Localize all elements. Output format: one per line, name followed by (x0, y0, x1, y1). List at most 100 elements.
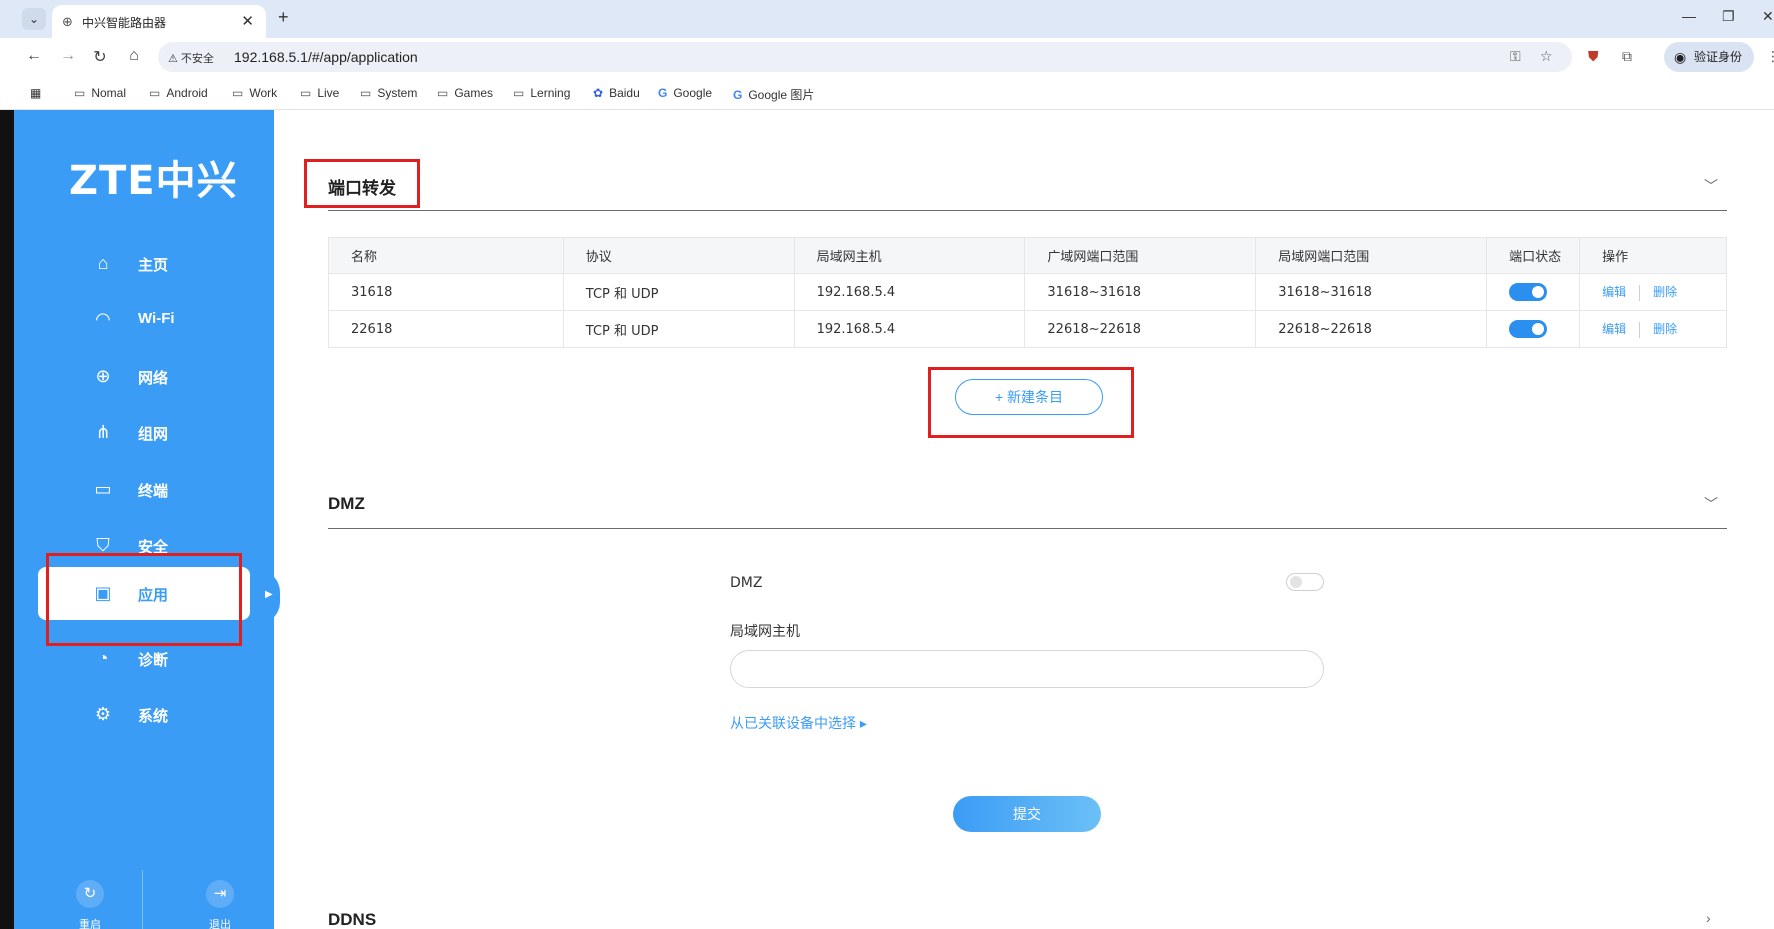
dmz-toggle-label: DMZ (730, 575, 763, 591)
profile-label: 验证身份 (1694, 50, 1743, 64)
cell-wan-range: 31618~31618 (1024, 273, 1257, 311)
bookmark-baidu[interactable]: ✿ Baidu (593, 86, 640, 100)
logout-button[interactable]: ⇥ 退出 (190, 880, 250, 929)
back-icon[interactable]: ← (24, 47, 44, 65)
browser-toolbar: ← → ↻ ⌂ ⚠ 不安全 192.168.5.1/#/app/applicat… (0, 38, 1774, 76)
bottom-divider (142, 870, 143, 929)
folder-icon: ▭ (149, 86, 161, 100)
bookmark-folder-system[interactable]: ▭ System (360, 86, 417, 100)
select-from-devices-link[interactable]: 从已关联设备中选择 ▸ (730, 713, 867, 733)
sidebar-item-network[interactable]: ⊕ 网络 (14, 356, 274, 396)
router-sidebar: ZTE中兴 ⌂ 主页 ◠ Wi-Fi ⊕ 网络 ⋔ 组网 ▭ 终端 ⛉ 安全 ▣… (14, 110, 274, 929)
password-key-icon[interactable]: ⚿ (1510, 48, 1521, 65)
sidebar-item-home[interactable]: ⌂ 主页 (14, 243, 274, 283)
devices-icon: ▭ (94, 479, 112, 499)
cell-wan-range: 22618~22618 (1024, 310, 1257, 348)
home-icon: ⌂ (97, 253, 109, 273)
bookmark-folder-games[interactable]: ▭ Games (437, 86, 493, 100)
bookmark-star-icon[interactable]: ☆ (1540, 48, 1553, 65)
action-divider (1639, 321, 1641, 338)
bookmark-folder-live[interactable]: ▭ Live (300, 86, 339, 100)
table-header-row: 名称 协议 局域网主机 广域网端口范围 局域网端口范围 端口状态 操作 (328, 237, 1727, 274)
table-row: 22618 TCP 和 UDP 192.168.5.4 22618~22618 … (328, 310, 1727, 348)
dmz-toggle[interactable] (1286, 573, 1324, 591)
sidebar-item-label: Wi-Fi (138, 310, 175, 327)
sidebar-item-devices[interactable]: ▭ 终端 (14, 469, 274, 509)
ddns-title[interactable]: DDNS (328, 910, 376, 929)
diagnose-icon: ◔ (97, 648, 109, 668)
tab-close-icon[interactable]: ✕ (241, 12, 254, 30)
logout-label: 退出 (209, 919, 231, 929)
forward-icon[interactable]: → (58, 47, 78, 65)
delete-link[interactable]: 删除 (1653, 322, 1677, 336)
browser-menu-icon[interactable]: ⋮ (1766, 48, 1774, 65)
browser-tab[interactable]: ⊕ 中兴智能路由器 ✕ (52, 5, 266, 38)
delete-link[interactable]: 删除 (1653, 285, 1677, 299)
sidebar-item-label: 终端 (138, 483, 169, 500)
minimize-icon[interactable]: — (1682, 8, 1696, 24)
profile-button[interactable]: ◉ 验证身份 (1664, 42, 1754, 72)
bookmark-folder-lerning[interactable]: ▭ Lerning (513, 86, 570, 100)
cell-lan-host: 192.168.5.4 (793, 310, 1026, 348)
bookmark-google[interactable]: G Google (658, 86, 712, 100)
bookmark-google-images[interactable]: G Google 图片 (733, 86, 814, 103)
sidebar-item-wifi[interactable]: ◠ Wi-Fi (14, 299, 274, 339)
restart-label: 重启 (79, 919, 101, 929)
cell-protocol: TCP 和 UDP (562, 310, 795, 348)
url-text[interactable]: 192.168.5.1/#/app/application (234, 49, 418, 65)
extensions-puzzle-icon[interactable]: ⧉ (1622, 48, 1632, 65)
close-window-icon[interactable]: ✕ (1762, 8, 1774, 25)
sidebar-item-system[interactable]: ⚙ 系统 (14, 694, 274, 734)
sidebar-item-mesh[interactable]: ⋔ 组网 (14, 412, 274, 452)
profile-avatar-icon: ◉ (1674, 49, 1687, 65)
port-forward-table: 名称 协议 局域网主机 广域网端口范围 局域网端口范围 端口状态 操作 3161… (328, 237, 1727, 348)
dmz-title[interactable]: DMZ (328, 494, 365, 514)
globe-favicon-icon: ⊕ (62, 14, 73, 29)
edit-link[interactable]: 编辑 (1602, 285, 1626, 299)
highlight-box-new-entry (928, 367, 1134, 438)
cell-protocol: TCP 和 UDP (562, 273, 795, 311)
cell-name: 31618 (328, 273, 564, 311)
reload-icon[interactable]: ↻ (90, 47, 110, 67)
section-divider (328, 210, 1727, 211)
ublock-extension-icon[interactable]: ⛊ (1588, 48, 1599, 65)
chevron-right-icon[interactable]: › (1706, 910, 1711, 926)
home-browser-icon[interactable]: ⌂ (124, 47, 144, 65)
sidebar-item-label: 诊断 (138, 652, 169, 669)
folder-icon: ▭ (437, 86, 449, 100)
baidu-paw-icon: ✿ (593, 86, 604, 100)
sidebar-item-label: 系统 (138, 708, 169, 725)
google-g-icon: G (733, 88, 743, 102)
apps-grid-icon[interactable]: ▦ (30, 86, 41, 100)
action-divider (1639, 284, 1641, 301)
section-divider (328, 528, 1727, 529)
port-status-toggle[interactable] (1509, 320, 1548, 338)
cell-actions: 编辑 删除 (1579, 310, 1727, 348)
bookmark-folder-android[interactable]: ▭ Android (149, 86, 208, 100)
address-bar[interactable]: ⚠ 不安全 192.168.5.1/#/app/application ⚿ ☆ (158, 42, 1572, 72)
google-g-icon: G (658, 86, 668, 100)
sidebar-collapse-tab[interactable]: ▶ (258, 570, 280, 624)
restart-button[interactable]: ↻ 重启 (60, 880, 120, 929)
column-header: 协议 (562, 237, 795, 274)
cell-lan-range: 22618~22618 (1255, 310, 1488, 348)
new-tab-icon[interactable]: + (278, 7, 289, 28)
wifi-icon: ◠ (95, 309, 111, 329)
edit-link[interactable]: 编辑 (1602, 322, 1626, 336)
lan-host-input[interactable] (730, 650, 1324, 688)
folder-icon: ▭ (74, 86, 86, 100)
folder-icon: ▭ (360, 86, 372, 100)
sidebar-item-label: 主页 (138, 257, 169, 274)
tab-search-chevron-icon[interactable]: ⌄ (22, 8, 46, 30)
port-status-toggle[interactable] (1509, 283, 1548, 301)
submit-button[interactable]: 提交 (953, 796, 1101, 832)
restore-icon[interactable]: ❐ (1722, 8, 1735, 25)
chevron-down-icon[interactable]: ﹀ (1704, 176, 1718, 196)
column-header: 广域网端口范围 (1024, 237, 1257, 274)
column-header: 局域网主机 (793, 237, 1026, 274)
chevron-down-icon[interactable]: ﹀ (1704, 494, 1718, 514)
caret-right-icon: ▶ (265, 589, 273, 600)
not-secure-badge[interactable]: ⚠ 不安全 (168, 50, 214, 66)
bookmark-folder-nomal[interactable]: ▭ Nomal (74, 86, 126, 100)
bookmark-folder-work[interactable]: ▭ Work (232, 86, 277, 100)
